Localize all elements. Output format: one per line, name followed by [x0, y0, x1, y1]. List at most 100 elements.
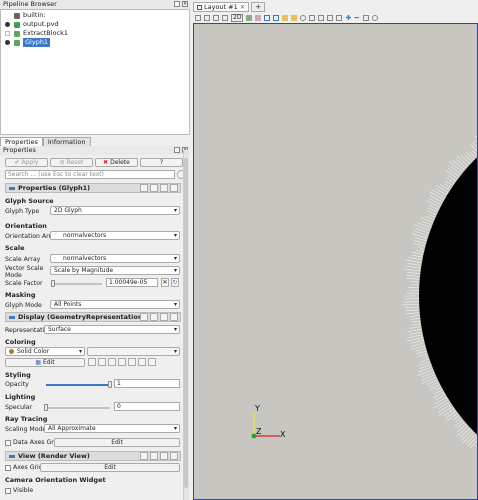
color-presets-icon[interactable]	[148, 358, 156, 366]
pipeline-item-builtin[interactable]: builtin:	[1, 11, 46, 20]
collapse-icon[interactable]	[9, 315, 15, 319]
opacity-slider[interactable]	[46, 384, 110, 386]
lock-icon[interactable]	[170, 452, 178, 460]
pipeline-tree[interactable]: builtin: output.pvd ExtractBlock1 Glyph1	[0, 9, 190, 135]
select-frustum-points-icon[interactable]	[291, 15, 298, 21]
select-block-icon[interactable]	[309, 15, 316, 21]
render-canvas[interactable]: Y Z X	[194, 24, 478, 500]
delete-button[interactable]: ✖ Delete	[95, 158, 138, 167]
glyph-mode-combo[interactable]: All Points	[50, 300, 180, 309]
paste-icon[interactable]	[150, 452, 158, 460]
data-axes-grid-edit-button[interactable]: Edit	[54, 438, 180, 447]
glyph-tick	[405, 265, 422, 269]
axes-grid-edit-button[interactable]: Edit	[40, 463, 180, 472]
hover-points-icon[interactable]	[327, 15, 334, 21]
properties-scroll-thumb[interactable]	[184, 158, 188, 488]
axes-grid-checkbox[interactable]	[5, 465, 11, 471]
select-frustum-icon[interactable]	[282, 15, 289, 21]
close-view-icon[interactable]	[222, 15, 228, 21]
rescale-temporal-icon[interactable]	[108, 358, 116, 366]
maximize-icon[interactable]	[213, 15, 219, 21]
collapse-icon[interactable]	[9, 186, 15, 190]
select-polygon-icon[interactable]	[300, 15, 307, 21]
colorbar-edit-icon[interactable]	[138, 358, 146, 366]
reset-button[interactable]: ⊘ Reset	[50, 158, 93, 167]
reload-icon[interactable]	[160, 452, 168, 460]
view-section-header[interactable]: View (Render View)	[5, 451, 181, 461]
toggle-2d-button[interactable]: 2D	[231, 14, 244, 22]
search-input[interactable]: Search ... (use Esc to clear text)	[5, 170, 175, 179]
rescale-custom-icon[interactable]	[98, 358, 106, 366]
data-axes-grid-checkbox[interactable]	[5, 440, 11, 446]
interactive-select-icon[interactable]	[318, 15, 325, 21]
reload-icon[interactable]	[160, 313, 168, 321]
select-cells-icon[interactable]	[264, 15, 271, 21]
pipeline-item-glyph1[interactable]: Glyph1	[1, 38, 51, 47]
help-button[interactable]: ?	[140, 158, 183, 167]
reload-icon[interactable]: ↻	[171, 278, 179, 287]
scale-factor-handle[interactable]	[51, 280, 55, 287]
float-dock-icon[interactable]	[174, 1, 180, 7]
specular-handle[interactable]	[44, 404, 48, 411]
camera-icon[interactable]	[246, 15, 253, 21]
specular-slider[interactable]	[46, 407, 110, 409]
reset-camera-icon[interactable]	[255, 15, 262, 21]
split-vertical-icon[interactable]	[204, 15, 210, 21]
eye-icon[interactable]	[5, 40, 10, 45]
coloring-combo[interactable]: Solid Color	[5, 347, 85, 356]
rescale-icon[interactable]	[88, 358, 96, 366]
copy-icon[interactable]	[140, 313, 148, 321]
vector-scale-mode-combo[interactable]: Scale by Magnitude	[50, 266, 180, 275]
tab-properties[interactable]: Properties	[0, 137, 43, 146]
lock-icon[interactable]	[170, 184, 178, 192]
pipeline-item-output-pvd[interactable]: output.pvd	[1, 20, 59, 29]
glyph-type-combo[interactable]: 2D Glyph	[50, 206, 180, 215]
opacity-handle[interactable]	[108, 381, 112, 388]
opacity-field[interactable]: 1	[114, 379, 180, 388]
apply-button[interactable]: ✔ Apply	[5, 158, 48, 167]
copy-icon[interactable]	[140, 184, 148, 192]
split-horizontal-icon[interactable]	[195, 15, 201, 21]
specular-field[interactable]: 0	[114, 402, 180, 411]
scaling-mode-combo[interactable]: All Approximate	[44, 424, 180, 433]
orientation-array-combo[interactable]: · normalvectors	[50, 231, 180, 240]
glyph-tick	[417, 369, 434, 377]
visible-checkbox[interactable]	[5, 488, 11, 494]
scale-factor-clear-icon[interactable]: ✕	[161, 278, 169, 287]
visible-label: Visible	[13, 487, 34, 494]
close-tab-icon[interactable]: ✕	[240, 3, 245, 11]
add-layout-button[interactable]: +	[251, 2, 266, 12]
float-dock-icon[interactable]	[174, 147, 180, 153]
scale-factor-field[interactable]: 1.00049e-05	[106, 278, 158, 287]
lock-icon[interactable]	[170, 313, 178, 321]
properties-section-header[interactable]: Properties (Glyph1)	[5, 183, 181, 193]
pipeline-item-extractblock1[interactable]: ExtractBlock1	[1, 29, 68, 38]
eye-closed-icon[interactable]	[5, 31, 10, 36]
clear-selection-icon[interactable]	[363, 15, 370, 21]
scale-factor-slider[interactable]	[52, 283, 102, 285]
paste-icon[interactable]	[150, 184, 158, 192]
hover-cells-icon[interactable]	[336, 15, 343, 21]
tab-layout-1[interactable]: Layout #1 ✕	[193, 2, 250, 12]
close-dock-icon[interactable]: ×	[182, 1, 188, 7]
edit-colormap-button[interactable]: ▦ Edit	[5, 358, 85, 367]
shrink-selection-icon[interactable]: ━	[354, 15, 360, 22]
render-view[interactable]: Y Z X	[193, 23, 478, 500]
scale-array-combo[interactable]: · normalvectors	[50, 254, 180, 263]
copy-icon[interactable]	[140, 452, 148, 460]
layout-tabbar: Layout #1 ✕ +	[193, 2, 266, 12]
paste-icon[interactable]	[150, 313, 158, 321]
select-points-icon[interactable]	[273, 15, 280, 21]
grow-selection-icon[interactable]: ✚	[345, 15, 351, 22]
display-section-header[interactable]: Display (GeometryRepresentation)	[5, 312, 181, 322]
rescale-visible-icon[interactable]	[118, 358, 126, 366]
colorbar-icon[interactable]	[128, 358, 136, 366]
glyph-source-group: Glyph Source	[5, 197, 54, 205]
settings-gear-icon[interactable]	[372, 15, 379, 21]
eye-icon[interactable]	[5, 22, 10, 27]
pipeline-item-label: builtin:	[23, 11, 46, 19]
representation-combo[interactable]: Surface	[44, 325, 180, 334]
tab-information[interactable]: Information	[42, 137, 91, 146]
reload-icon[interactable]	[160, 184, 168, 192]
collapse-icon[interactable]	[9, 454, 15, 458]
